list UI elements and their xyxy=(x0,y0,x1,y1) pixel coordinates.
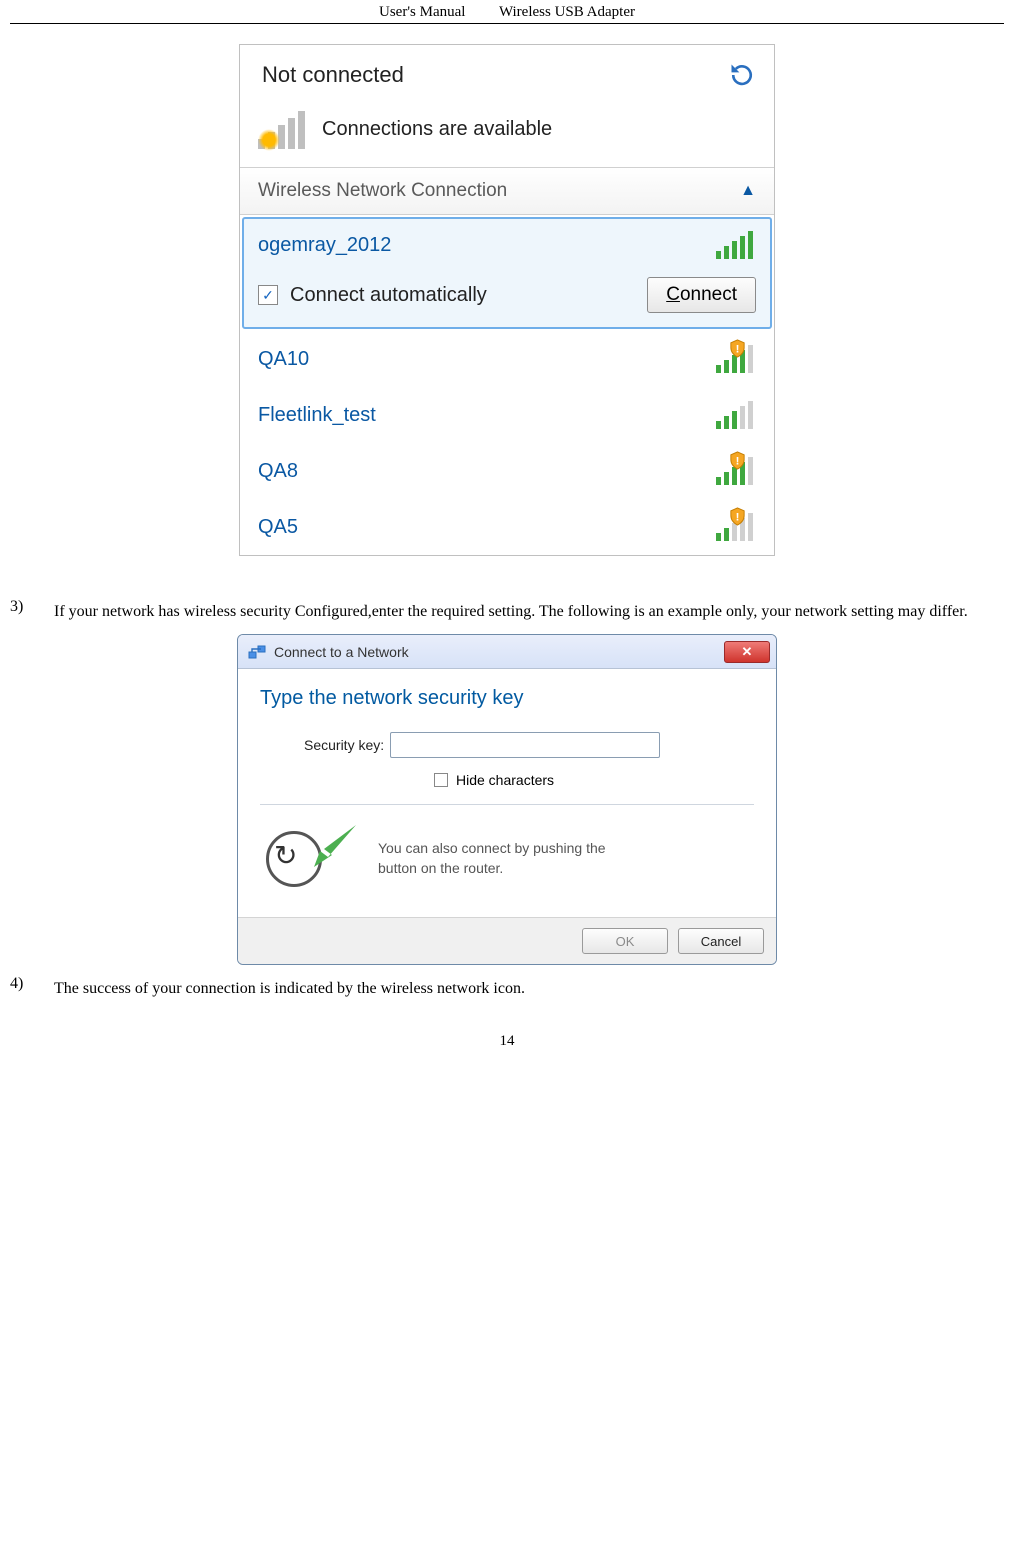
connections-available-label: Connections are available xyxy=(322,118,552,141)
wireless-section-header[interactable]: Wireless Network Connection ▲ xyxy=(240,167,774,215)
step-text: If your network has wireless security Co… xyxy=(54,596,968,628)
close-icon: ✕ xyxy=(742,644,753,660)
signal-icon: ! xyxy=(716,513,756,541)
step-number: 4) xyxy=(10,973,54,1005)
ssid-label: QA8 xyxy=(258,460,298,483)
svg-text:!: ! xyxy=(736,343,740,355)
signal-icon: ! xyxy=(716,345,756,373)
cancel-button[interactable]: Cancel xyxy=(678,928,764,954)
wps-line-2: button on the router. xyxy=(378,859,606,879)
signal-icon: ! xyxy=(716,457,756,485)
dialog-separator xyxy=(260,804,754,805)
network-item[interactable]: QA10 ! xyxy=(240,331,774,387)
connect-button-rest: onnect xyxy=(680,284,737,305)
selected-network[interactable]: ogemray_2012 ✓ Connect automatically Con… xyxy=(242,217,772,329)
network-flyout: Not connected Connections are available … xyxy=(239,44,775,556)
wps-line-1: You can also connect by pushing the xyxy=(378,839,606,859)
dialog-heading: Type the network security key xyxy=(260,687,754,710)
step-number: 3) xyxy=(10,596,54,628)
auto-connect-checkbox[interactable]: ✓ xyxy=(258,285,278,305)
shield-icon: ! xyxy=(728,451,747,470)
dialog-title: Connect to a Network xyxy=(274,644,409,660)
network-icon xyxy=(248,643,266,661)
ssid-label: QA5 xyxy=(258,516,298,539)
wps-icon: ↻ xyxy=(260,819,360,899)
svg-text:!: ! xyxy=(736,455,740,467)
no-connection-icon xyxy=(258,109,308,149)
wps-hint: You can also connect by pushing the butt… xyxy=(378,839,606,878)
svg-text:!: ! xyxy=(736,511,740,523)
refresh-icon[interactable] xyxy=(728,61,756,89)
selected-ssid: ogemray_2012 xyxy=(258,234,391,257)
header-right: Wireless USB Adapter xyxy=(499,4,635,20)
not-connected-label: Not connected xyxy=(262,62,404,88)
network-item[interactable]: QA8 ! xyxy=(240,443,774,499)
shield-icon: ! xyxy=(728,507,747,526)
header-rule xyxy=(10,23,1004,24)
signal-icon xyxy=(716,401,756,429)
hide-characters-checkbox[interactable] xyxy=(434,773,448,787)
auto-connect-label: Connect automatically xyxy=(290,284,487,307)
network-item[interactable]: Fleetlink_test xyxy=(240,387,774,443)
wireless-section-title: Wireless Network Connection xyxy=(258,180,507,202)
connect-button[interactable]: Connect xyxy=(647,277,756,313)
connect-dialog: Connect to a Network ✕ Type the network … xyxy=(237,634,777,965)
chevron-up-icon: ▲ xyxy=(740,182,756,200)
ssid-label: QA10 xyxy=(258,348,309,371)
dialog-titlebar: Connect to a Network ✕ xyxy=(238,635,776,669)
page-number: 14 xyxy=(10,1005,1004,1050)
close-button[interactable]: ✕ xyxy=(724,641,770,663)
hide-characters-label: Hide characters xyxy=(456,772,554,788)
step-text: The success of your connection is indica… xyxy=(54,973,525,1005)
signal-icon xyxy=(716,231,756,259)
page-header: User's Manual Wireless USB Adapter xyxy=(10,0,1004,23)
shield-icon: ! xyxy=(728,339,747,358)
ok-button[interactable]: OK xyxy=(582,928,668,954)
ssid-label: Fleetlink_test xyxy=(258,404,376,427)
security-key-input[interactable] xyxy=(390,732,660,758)
network-list: QA10 ! Fleetlink_test QA8 xyxy=(240,331,774,555)
network-item[interactable]: QA5 ! xyxy=(240,499,774,555)
security-key-label: Security key: xyxy=(260,737,390,753)
header-left: User's Manual xyxy=(379,4,465,20)
